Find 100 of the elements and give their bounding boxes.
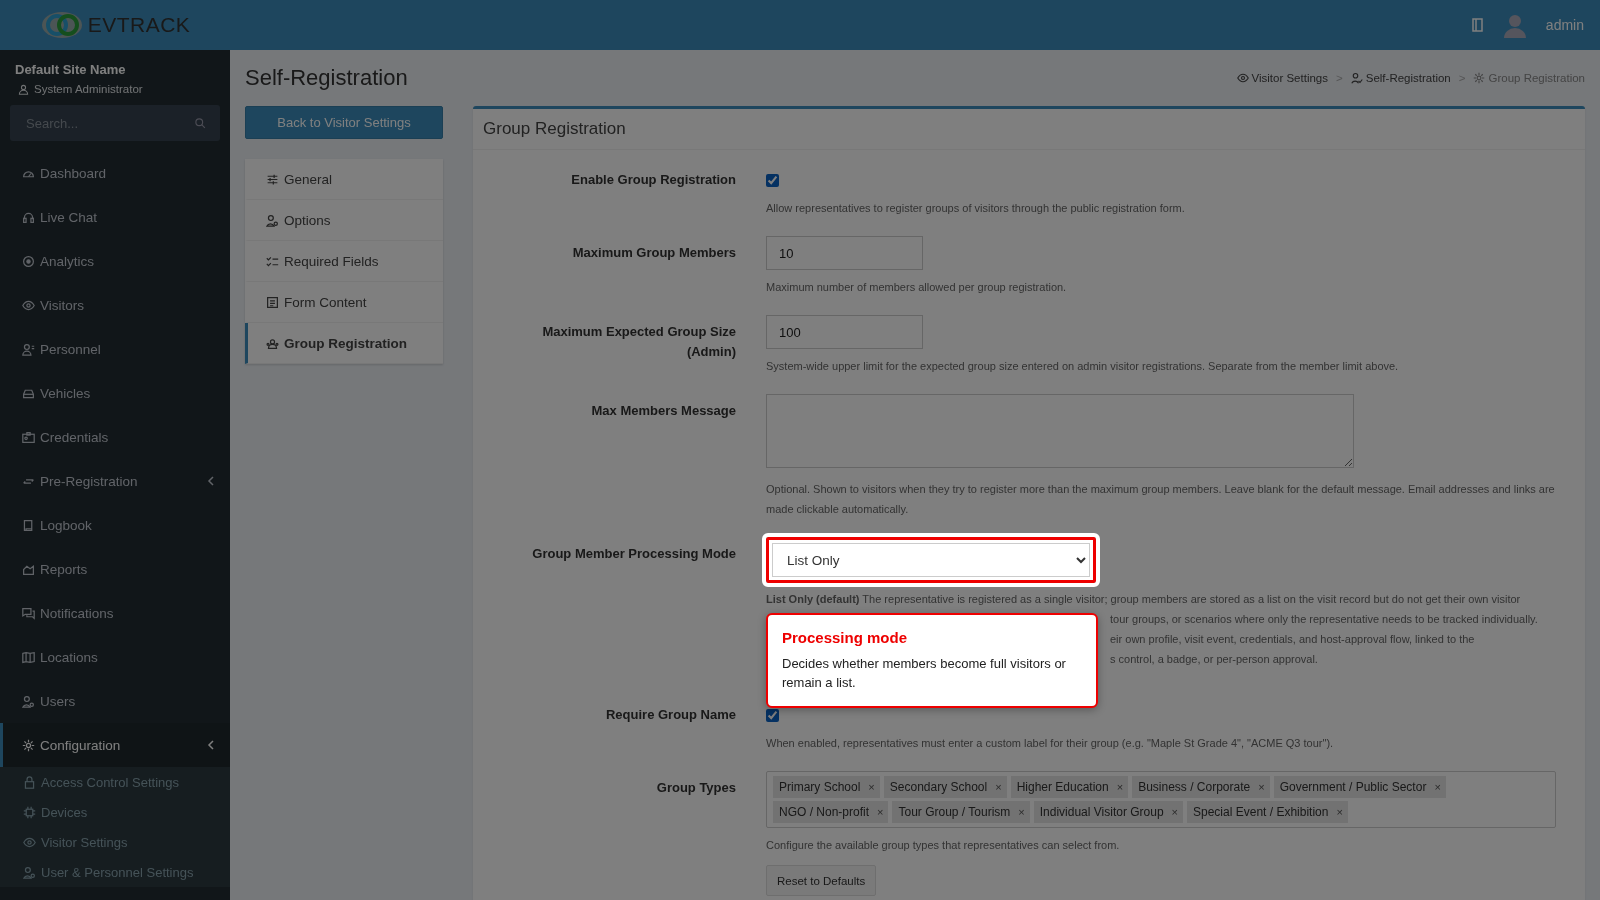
remove-tag-button[interactable]: × bbox=[992, 781, 1005, 793]
book-icon bbox=[22, 518, 35, 532]
nav-item[interactable]: Notifications bbox=[0, 591, 230, 635]
message-field[interactable] bbox=[766, 394, 1354, 468]
remove-tag-button[interactable]: × bbox=[1168, 806, 1181, 818]
page-title: Self-Registration bbox=[245, 65, 408, 91]
book-icon[interactable] bbox=[1471, 18, 1484, 32]
id-card-icon bbox=[22, 430, 35, 444]
checklist-icon bbox=[266, 254, 279, 268]
search-icon bbox=[194, 117, 206, 129]
document-icon bbox=[266, 295, 279, 309]
tag-chip: Primary School × bbox=[773, 776, 880, 798]
person-check-icon bbox=[1350, 72, 1363, 84]
eye-icon bbox=[23, 835, 36, 849]
checkbox[interactable] bbox=[766, 174, 779, 187]
nav-item[interactable]: Reports bbox=[0, 547, 230, 591]
chart-icon bbox=[22, 562, 35, 576]
person-icon bbox=[22, 342, 35, 356]
mode-dropdown[interactable]: List Only bbox=[772, 543, 1090, 577]
back-button[interactable]: Back to Visitor Settings bbox=[245, 106, 443, 139]
nav-item[interactable]: Users bbox=[0, 679, 230, 723]
breadcrumb-link[interactable]: Visitor Settings bbox=[1236, 72, 1328, 84]
help-text: tour groups, or scenarios where only the representative needs to be tracked individually. bbox=[1110, 612, 1539, 627]
settings-tab[interactable]: General bbox=[245, 159, 443, 200]
field-label: Group Types bbox=[655, 779, 736, 797]
help-text: eir own profile, visit event, credentials, and host-approval flow, linked to the bbox=[1110, 632, 1476, 647]
lock-icon bbox=[23, 775, 36, 789]
chip-icon bbox=[23, 805, 36, 819]
user-name[interactable]: admin bbox=[1545, 17, 1584, 33]
nav-item[interactable]: Locations bbox=[0, 635, 230, 679]
breadcrumb-separator: > bbox=[1335, 72, 1344, 84]
help-text: When enabled, representatives must enter a custom label for their group (e.g. "Maple St Grade 4", "ACME Q3 tour"). bbox=[766, 736, 1335, 751]
number-field[interactable]: 10 bbox=[766, 236, 923, 270]
remove-tag-button[interactable]: × bbox=[1333, 806, 1346, 818]
user-icon bbox=[18, 83, 29, 95]
settings-tab[interactable]: Options bbox=[245, 200, 443, 241]
field-label: Max Members Message bbox=[590, 402, 736, 420]
chat-icon bbox=[22, 606, 35, 620]
nav-item[interactable]: Analytics bbox=[0, 239, 230, 283]
tag-chip: Business / Corporate × bbox=[1132, 776, 1270, 798]
field-label: Enable Group Registration bbox=[570, 171, 736, 189]
sliders-icon bbox=[266, 172, 279, 186]
users-icon bbox=[266, 213, 279, 227]
tag-chip: NGO / Non-profit × bbox=[773, 801, 889, 823]
nav-item[interactable]: Dashboard bbox=[0, 151, 230, 195]
nav-item[interactable]: Vehicles bbox=[0, 371, 230, 415]
card-title: Group Registration bbox=[473, 109, 1585, 150]
popover-title: Processing mode bbox=[782, 629, 909, 646]
help-text: Allow representatives to register groups of visitors through the public registration form. bbox=[766, 201, 1186, 216]
remove-tag-button[interactable]: × bbox=[874, 806, 887, 818]
users-icon bbox=[23, 865, 36, 879]
nav-item[interactable]: Credentials bbox=[0, 415, 230, 459]
field-label: Require Group Name bbox=[604, 706, 736, 724]
nav-item[interactable]: Personnel bbox=[0, 327, 230, 371]
reset-button[interactable]: Reset to Defaults bbox=[766, 865, 877, 896]
help-text: Configure the available group types that representatives can select from. bbox=[766, 838, 1121, 853]
chevron-left-icon bbox=[207, 476, 215, 486]
group-icon bbox=[266, 336, 279, 350]
chevron-left-icon bbox=[207, 740, 215, 750]
tags-field[interactable] bbox=[766, 771, 1556, 828]
remove-tag-button[interactable]: × bbox=[1113, 781, 1127, 793]
checkbox[interactable] bbox=[766, 709, 779, 722]
breadcrumb-separator: > bbox=[1457, 72, 1467, 84]
field-label: Group Member Processing Mode bbox=[531, 545, 736, 563]
field-label: Maximum Group Members bbox=[571, 244, 736, 262]
nav-item[interactable]: Pre-Registration bbox=[0, 459, 230, 503]
remove-tag-button[interactable]: × bbox=[865, 781, 878, 793]
site-name: Default Site Name bbox=[15, 62, 127, 77]
headset-icon bbox=[22, 210, 35, 224]
tag-chip: Tour Group / Tourism × bbox=[892, 801, 1030, 823]
remove-tag-button[interactable]: × bbox=[1431, 781, 1444, 793]
number-field[interactable]: 100 bbox=[766, 315, 923, 349]
tag-chip: Secondary School × bbox=[883, 776, 1007, 798]
remove-tag-button[interactable]: × bbox=[1015, 806, 1028, 818]
help-text: System-wide upper limit for the expected group size entered on admin visitor registrations. Separate from the member limit above. bbox=[766, 359, 1400, 374]
brand-name: EVTRACK bbox=[87, 13, 191, 37]
nav-item[interactable]: Logbook bbox=[0, 503, 230, 547]
nav-item[interactable]: Visitors bbox=[0, 283, 230, 327]
eye-icon bbox=[1236, 72, 1249, 84]
nav-item[interactable]: Live Chat bbox=[0, 195, 230, 239]
remove-tag-button[interactable]: × bbox=[1255, 781, 1268, 793]
help-text: Maximum number of members allowed per group registration. bbox=[766, 280, 1068, 295]
tag-chip: Government / Public Sector × bbox=[1273, 776, 1446, 798]
settings-tab[interactable]: Required Fields bbox=[245, 241, 443, 282]
users-icon bbox=[22, 694, 35, 708]
help-text: Optional. Shown to visitors when they try to register more than the maximum group members. Leave blank for the default message. Email addresses and links are made clickable automatically. bbox=[766, 482, 1556, 517]
settings-tab[interactable]: Group Registration bbox=[245, 323, 443, 364]
tag-chip: Special Event / Exhibition × bbox=[1187, 801, 1348, 823]
eye-icon bbox=[22, 298, 35, 312]
settings-tab[interactable]: Form Content bbox=[245, 282, 443, 323]
help-text: s control, a badge, or per-person approval. bbox=[1110, 652, 1319, 667]
user-role: System Administrator bbox=[34, 83, 143, 95]
tag-chip: Higher Education × bbox=[1010, 776, 1129, 798]
popover-text: Decides whether members become full visitors or remain a list. bbox=[782, 655, 1067, 692]
help-text: List Only (default) The representative is registered as a single visitor; group members are stored as a list on the visit record but do not get their own visitor bbox=[766, 592, 1522, 607]
map-icon bbox=[22, 650, 35, 664]
field-label: Maximum Expected Group Size (Admin) bbox=[541, 323, 736, 361]
breadcrumb-link[interactable]: Self-Registration bbox=[1350, 72, 1451, 84]
tag-chip: Individual Visitor Group × bbox=[1033, 801, 1183, 823]
target-icon bbox=[22, 254, 35, 268]
